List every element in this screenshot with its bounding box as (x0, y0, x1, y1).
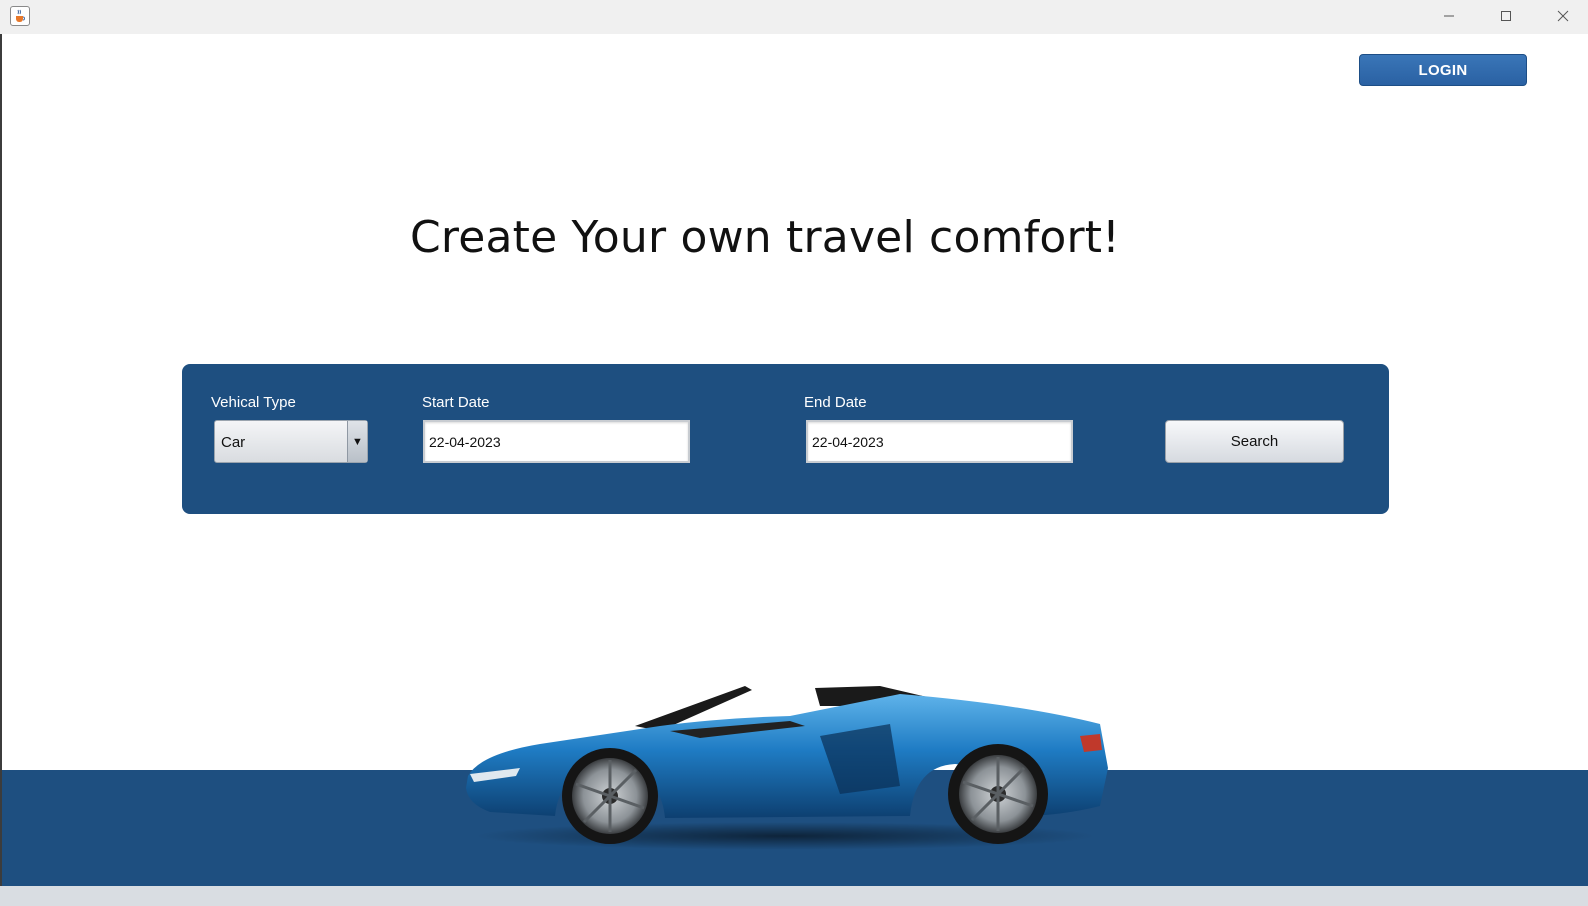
search-button[interactable]: Search (1165, 420, 1344, 463)
title-bar (0, 0, 1588, 34)
login-button[interactable]: LOGIN (1359, 54, 1527, 86)
end-date-label: End Date (804, 394, 867, 411)
maximize-icon[interactable] (1483, 0, 1529, 32)
search-panel: Vehical Type Start Date End Date Car ▼ S… (182, 364, 1389, 514)
end-date-field[interactable] (806, 420, 1073, 463)
page-title: Create Your own travel comfort! (409, 212, 1121, 263)
minimize-icon[interactable] (1426, 0, 1472, 32)
window-bottom-edge (0, 886, 1588, 906)
close-icon[interactable] (1540, 0, 1586, 32)
vehicle-type-select[interactable]: Car ▼ (214, 420, 368, 463)
java-cup-icon[interactable] (10, 6, 30, 26)
start-date-label: Start Date (422, 394, 490, 411)
start-date-field[interactable] (423, 420, 690, 463)
vehicle-type-value: Car (221, 434, 246, 451)
vehicle-type-label: Vehical Type (211, 394, 296, 411)
sports-car-image (466, 686, 1108, 850)
app-window: LOGIN Create Your own travel comfort! Ve… (0, 0, 1588, 906)
chevron-down-icon[interactable]: ▼ (347, 421, 367, 462)
